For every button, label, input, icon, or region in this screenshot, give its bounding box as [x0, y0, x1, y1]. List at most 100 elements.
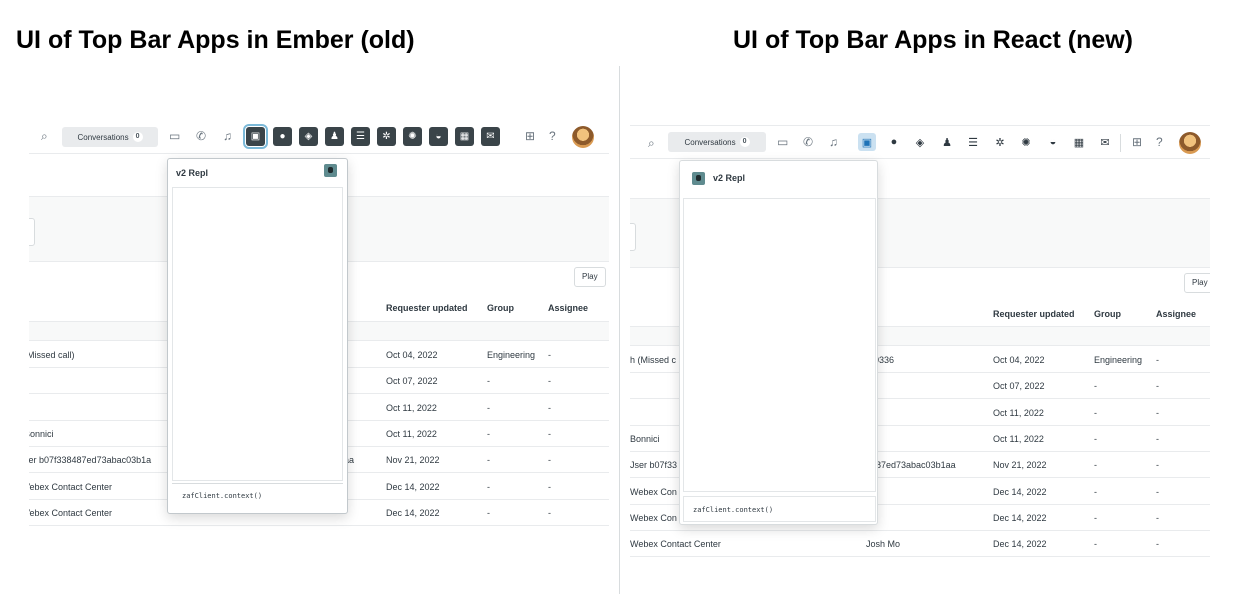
- cell-group: -: [1094, 539, 1097, 550]
- gear-app-icon[interactable]: ✲: [991, 133, 1009, 151]
- help-icon[interactable]: ?: [1156, 136, 1163, 148]
- conversations-button[interactable]: Conversations 0: [62, 127, 158, 147]
- grid-icon[interactable]: ⊞: [525, 130, 535, 142]
- ember-panel: ⌕ Conversations 0 ▭ ✆ ♫ ▣ ● ◈ ♟ ☰ ✲ ✺ ◒ …: [29, 118, 609, 568]
- repl-output-area[interactable]: [172, 187, 343, 481]
- help-icon[interactable]: ?: [549, 130, 556, 142]
- cell-group: -: [487, 455, 490, 466]
- cell-mid: 8487ed73abac03b1aa: [866, 460, 956, 471]
- list-app-icon[interactable]: ☰: [351, 127, 370, 146]
- col-assignee[interactable]: Assignee: [1156, 309, 1196, 319]
- divider: [1120, 134, 1121, 152]
- bell-icon[interactable]: ♫: [223, 130, 232, 142]
- app-icon[interactable]: ♟: [938, 133, 956, 151]
- cell-group: -: [487, 481, 490, 492]
- chat-app-icon[interactable]: ✉: [1096, 133, 1114, 151]
- col-assignee[interactable]: Assignee: [548, 303, 588, 313]
- play-button[interactable]: Play: [574, 267, 606, 287]
- cell-updated: Oct 11, 2022: [386, 402, 437, 413]
- repl-output-area[interactable]: [683, 198, 876, 492]
- cell-subject: Vebex Contact Center: [29, 507, 113, 518]
- search-field[interactable]: [630, 223, 636, 251]
- play-button[interactable]: Play: [1184, 273, 1210, 293]
- search-icon[interactable]: ⌕: [41, 130, 48, 142]
- divider: [172, 483, 343, 484]
- bell-icon[interactable]: ♫: [829, 136, 838, 148]
- col-requester-updated[interactable]: Requester updated: [386, 303, 468, 313]
- cell-subject: Bonnici: [29, 428, 54, 439]
- conversations-label: Conversations: [684, 137, 736, 147]
- cell-assignee: -: [548, 402, 551, 413]
- cell-group: -: [1094, 512, 1097, 523]
- cell-group: -: [487, 428, 490, 439]
- cell-subject: Webex Contact Center: [630, 539, 721, 550]
- cell-assignee: -: [548, 481, 551, 492]
- list-app-icon[interactable]: ☰: [964, 133, 982, 151]
- cell-group: Engineering: [487, 350, 536, 360]
- cell-assignee: -: [548, 507, 551, 518]
- col-group[interactable]: Group: [487, 303, 514, 313]
- popover-title: v2 Repl: [713, 173, 746, 183]
- repl-input-box[interactable]: zafClient.context(): [683, 496, 876, 522]
- search-icon[interactable]: ⌕: [648, 137, 655, 149]
- cell-updated: Dec 14, 2022: [993, 539, 1047, 550]
- conversations-button[interactable]: Conversations 0: [668, 132, 766, 152]
- cell-group: -: [1094, 407, 1097, 418]
- cell-updated: Oct 04, 2022: [386, 350, 438, 360]
- app-icon[interactable]: ♟: [325, 127, 344, 146]
- repl-app-icon[interactable]: ▣: [858, 133, 876, 151]
- cell-updated: Oct 11, 2022: [993, 433, 1044, 444]
- calendar-app-icon[interactable]: ▦: [455, 127, 474, 146]
- wifi-app-icon[interactable]: ◒: [1044, 133, 1062, 151]
- phone-icon[interactable]: ✆: [803, 136, 813, 148]
- cell-updated: Dec 14, 2022: [993, 486, 1047, 497]
- search-field[interactable]: [29, 218, 35, 246]
- cell-assignee: -: [1156, 460, 1159, 471]
- gear-app-icon[interactable]: ✲: [377, 127, 396, 146]
- cell-subject: Webex Con: [630, 512, 677, 523]
- cell-assignee: -: [1156, 512, 1159, 523]
- grid-icon[interactable]: ⊞: [1132, 136, 1142, 148]
- chat-icon[interactable]: ▭: [169, 130, 180, 142]
- app-icon[interactable]: ◈: [299, 127, 318, 146]
- cell-mid: Josh Mo: [866, 539, 901, 550]
- cell-subject: (Missed call): [29, 350, 75, 360]
- col-requester-updated[interactable]: Requester updated: [993, 309, 1075, 319]
- cell-updated: Dec 14, 2022: [386, 481, 440, 492]
- cell-updated: Dec 14, 2022: [386, 507, 440, 518]
- chat-icon[interactable]: ▭: [777, 136, 788, 148]
- cell-group: -: [1094, 433, 1097, 444]
- top-bar: ⌕ Conversations 0 ▭ ✆ ♫ ▣ ● ◈ ♟ ☰ ✲ ✺ ◒ …: [29, 118, 609, 154]
- cell-subject: h (Missed c: [630, 355, 677, 365]
- cell-group: Engineering: [1094, 355, 1143, 365]
- repl-input[interactable]: zafClient.context(): [693, 506, 773, 514]
- col-group[interactable]: Group: [1094, 309, 1121, 319]
- react-panel: ⌕ Conversations 0 ▭ ✆ ♫ ▣ ● ◈ ♟ ☰ ✲ ✺ ◒ …: [630, 118, 1210, 568]
- repl-input[interactable]: zafClient.context(): [182, 492, 262, 500]
- chat-app-icon[interactable]: ✉: [481, 127, 500, 146]
- app-icon[interactable]: ✺: [1017, 133, 1035, 151]
- app-icon[interactable]: ✺: [403, 127, 422, 146]
- phone-icon[interactable]: ✆: [196, 130, 206, 142]
- avatar[interactable]: [572, 126, 594, 148]
- cell-updated: Nov 21, 2022: [993, 460, 1047, 471]
- conversations-count: 0: [739, 137, 750, 147]
- repl-popover: v2 Repl zafClient.context(): [679, 160, 878, 525]
- cell-subject: Vebex Contact Center: [29, 481, 113, 492]
- repl-app-icon: [692, 172, 705, 185]
- repl-app-icon[interactable]: ▣: [243, 124, 268, 149]
- cell-assignee: -: [548, 376, 551, 387]
- app-icon[interactable]: ●: [273, 127, 292, 146]
- table-row[interactable]: Webex Contact Center Josh Mo Dec 14, 2022 -…: [630, 531, 1210, 558]
- cell-updated: Nov 21, 2022: [386, 455, 440, 466]
- cell-assignee: -: [1156, 539, 1159, 550]
- wifi-app-icon[interactable]: ◒: [429, 127, 448, 146]
- cell-subject: Webex Con: [630, 486, 677, 497]
- cell-group: -: [1094, 486, 1097, 497]
- app-icon[interactable]: ◈: [911, 133, 929, 151]
- calendar-app-icon[interactable]: ▦: [1070, 133, 1088, 151]
- avatar[interactable]: [1179, 132, 1201, 154]
- cell-group: -: [487, 402, 490, 413]
- cell-updated: Oct 11, 2022: [386, 428, 437, 439]
- app-icon[interactable]: ●: [885, 133, 903, 151]
